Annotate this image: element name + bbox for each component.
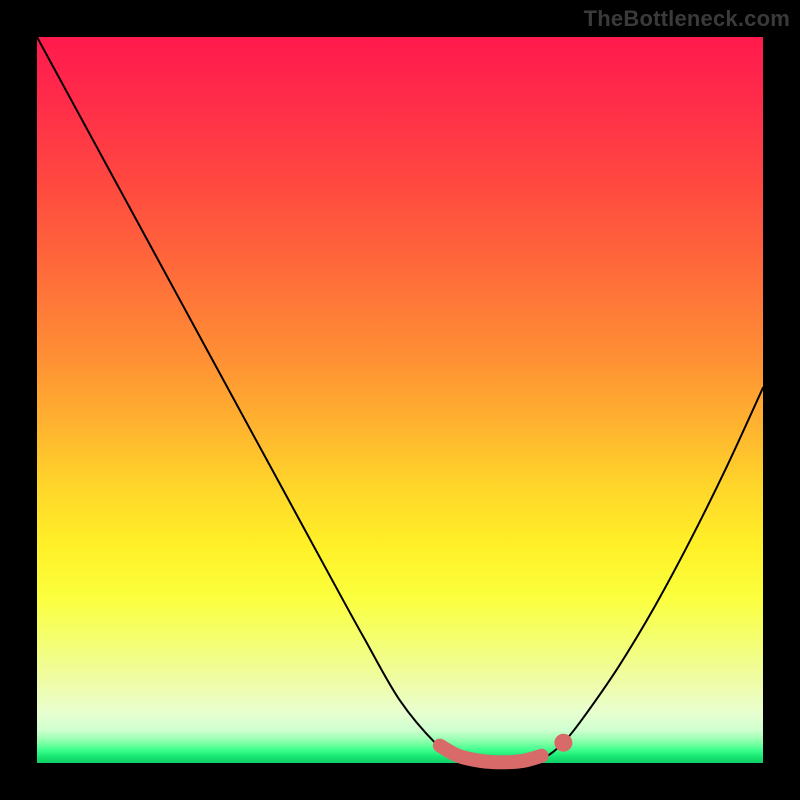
plot-area [37,37,763,763]
chart-frame: TheBottleneck.com [0,0,800,800]
watermark-text: TheBottleneck.com [584,6,790,32]
trough-highlight [440,746,542,763]
chart-svg [37,37,763,763]
trough-end-marker [554,734,572,752]
curve-line [37,37,763,762]
